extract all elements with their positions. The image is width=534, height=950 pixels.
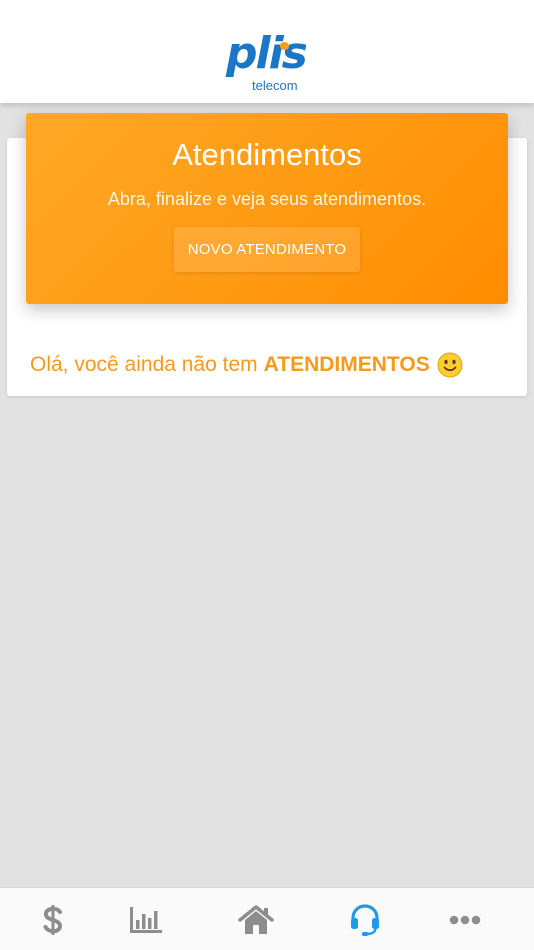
empty-state-message: Olá, você ainda não tem ATENDIMENTOS [30, 350, 520, 380]
nav-item-atendimentos[interactable] [312, 888, 418, 950]
banner-title: Atendimentos [172, 137, 362, 172]
logo-subtext: telecom [252, 78, 298, 93]
more-icon [449, 915, 481, 924]
brand-logo: plis telecom [226, 32, 310, 94]
nav-item-inicio[interactable] [203, 888, 309, 950]
home-icon [238, 904, 274, 934]
new-ticket-button[interactable]: NOVO ATENDIMENTO [174, 227, 360, 272]
bottom-nav [0, 887, 534, 950]
headset-icon [351, 903, 379, 936]
logo-dot [280, 42, 289, 50]
empty-state-text: Olá, você ainda não tem [30, 353, 258, 376]
logo-text: plis [226, 28, 308, 79]
smiley-icon [437, 352, 463, 378]
dollar-icon [43, 904, 63, 935]
app-screen: plis telecom Atendimentos Abra, finalize… [0, 0, 534, 950]
tickets-banner: Atendimentos Abra, finalize e veja seus … [26, 113, 508, 304]
nav-item-consumo[interactable] [93, 888, 199, 950]
app-header: plis telecom [0, 0, 534, 103]
nav-item-mais[interactable] [412, 888, 518, 950]
bar-chart-icon [130, 906, 162, 933]
empty-state-highlight: ATENDIMENTOS [263, 353, 430, 376]
banner-subtitle: Abra, finalize e veja seus atendimentos. [107, 189, 427, 209]
nav-item-financeiro[interactable] [0, 888, 106, 950]
